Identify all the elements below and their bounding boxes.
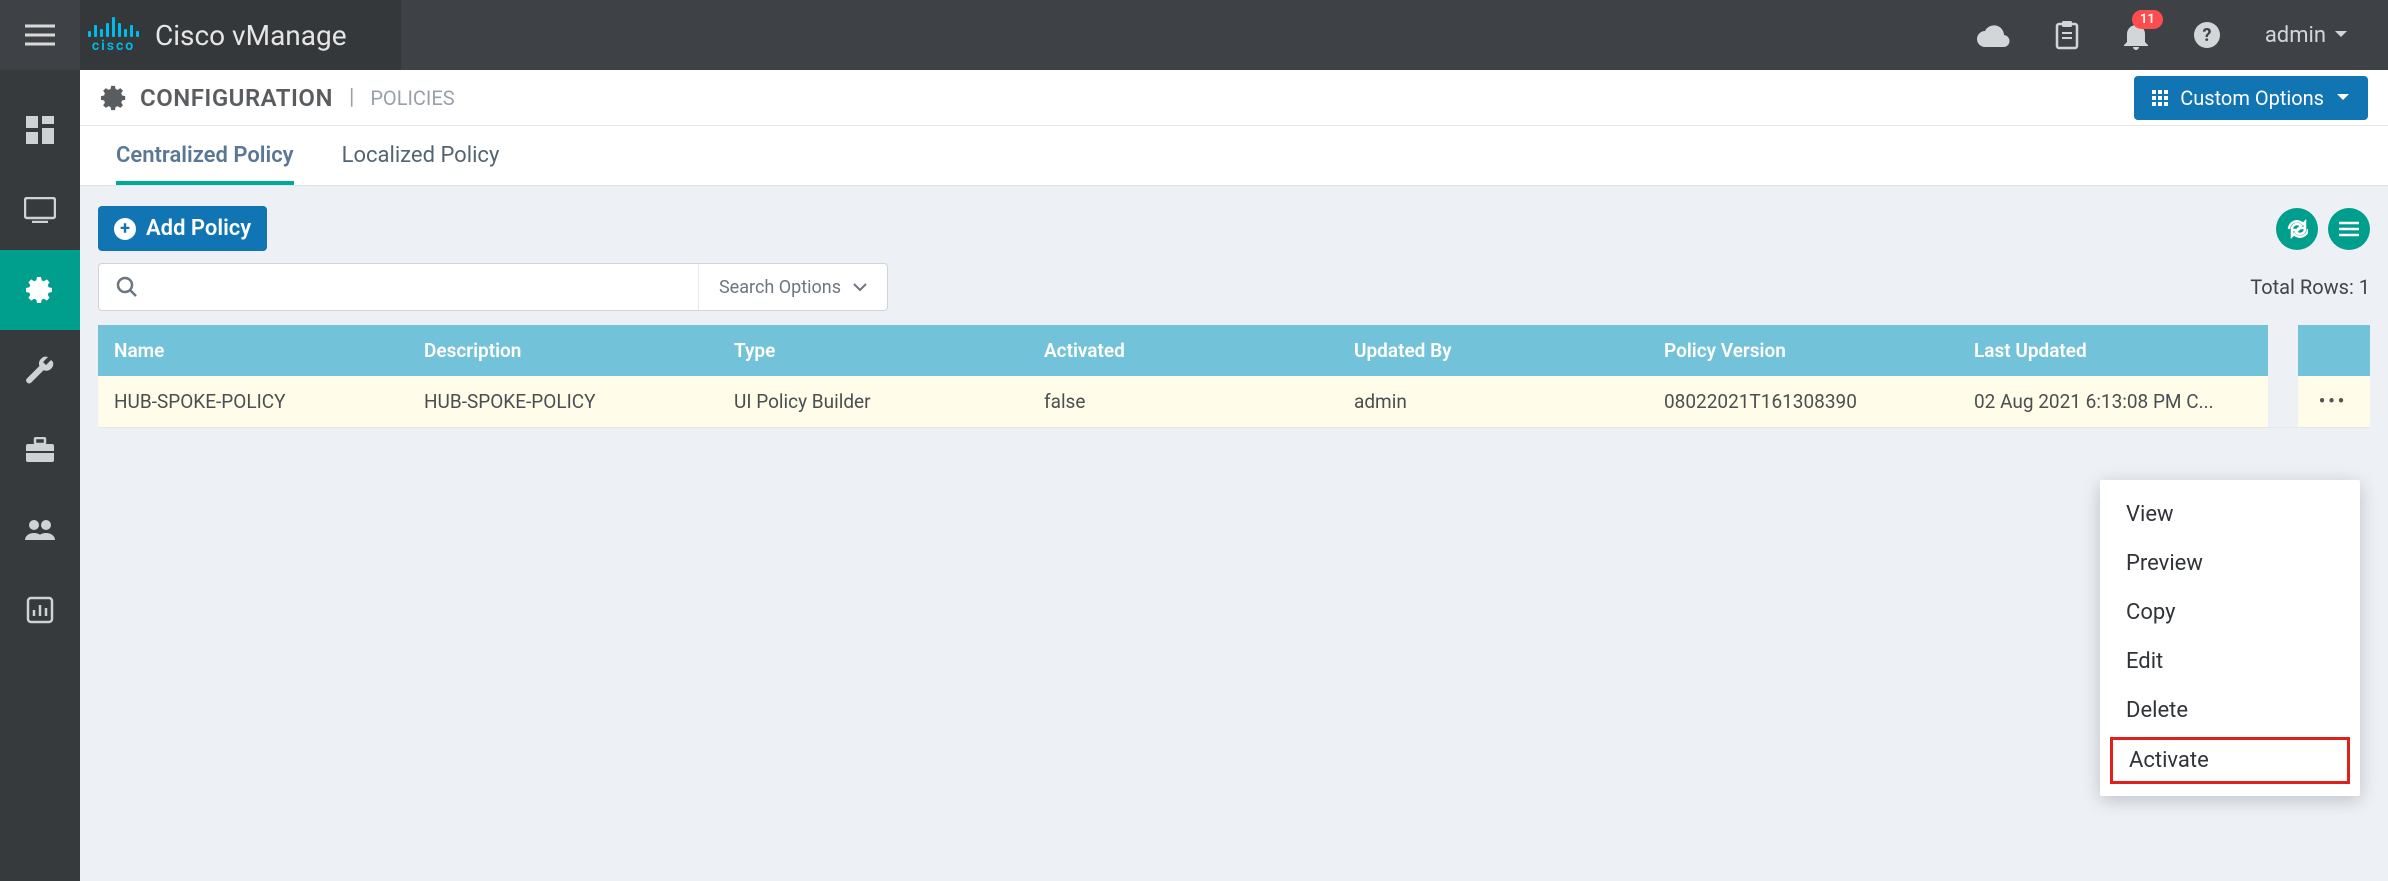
breadcrumb: POLICIES bbox=[370, 86, 454, 110]
user-name: admin bbox=[2265, 23, 2326, 48]
col-header-name[interactable]: Name bbox=[98, 325, 408, 376]
add-policy-label: Add Policy bbox=[146, 216, 251, 241]
page-title: CONFIGURATION bbox=[140, 84, 333, 112]
users-icon bbox=[23, 518, 57, 542]
menu-copy[interactable]: Copy bbox=[2100, 588, 2360, 637]
cell-activated: false bbox=[1028, 376, 1338, 427]
col-header-actions bbox=[2298, 325, 2368, 376]
cloud-icon[interactable] bbox=[1977, 23, 2011, 47]
custom-options-label: Custom Options bbox=[2180, 86, 2324, 110]
policies-table: Name Description Type Activated Updated … bbox=[98, 325, 2370, 428]
user-dropdown[interactable]: admin bbox=[2265, 23, 2348, 48]
col-header-policy-version[interactable]: Policy Version bbox=[1648, 325, 1958, 376]
left-sidebar bbox=[0, 70, 80, 881]
chevron-down-icon bbox=[2334, 30, 2348, 40]
cisco-logo: cisco bbox=[88, 17, 139, 53]
col-header-updated-by[interactable]: Updated By bbox=[1338, 325, 1648, 376]
wrench-icon bbox=[25, 355, 55, 385]
cell-updated-by: admin bbox=[1338, 376, 1648, 427]
table-header: Name Description Type Activated Updated … bbox=[98, 325, 2370, 376]
menu-activate[interactable]: Activate bbox=[2110, 737, 2350, 784]
app-title: Cisco vManage bbox=[155, 19, 347, 52]
col-header-type[interactable]: Type bbox=[718, 325, 1028, 376]
grid-icon bbox=[2152, 90, 2168, 106]
search-input[interactable] bbox=[155, 264, 698, 310]
tasks-icon[interactable] bbox=[2055, 20, 2079, 50]
sidebar-dashboard[interactable] bbox=[0, 90, 80, 170]
chevron-down-icon bbox=[2336, 93, 2350, 103]
hamburger-menu[interactable] bbox=[0, 0, 80, 70]
col-header-activated[interactable]: Activated bbox=[1028, 325, 1338, 376]
table-row[interactable]: HUB-SPOKE-POLICY HUB-SPOKE-POLICY UI Pol… bbox=[98, 376, 2370, 428]
menu-edit[interactable]: Edit bbox=[2100, 637, 2360, 686]
dashboard-icon bbox=[26, 116, 54, 144]
cell-last-updated: 02 Aug 2021 6:13:08 PM C... bbox=[1958, 376, 2268, 427]
page-header: CONFIGURATION | POLICIES Custom Options bbox=[80, 70, 2388, 126]
briefcase-icon bbox=[25, 437, 55, 463]
search-row: Search Options Total Rows: 1 bbox=[80, 263, 2388, 325]
custom-options-button[interactable]: Custom Options bbox=[2134, 76, 2368, 120]
search-options-label: Search Options bbox=[719, 277, 841, 298]
menu-delete[interactable]: Delete bbox=[2100, 686, 2360, 735]
notifications-icon[interactable]: 11 bbox=[2123, 20, 2149, 50]
cell-policy-version: 08022021T161308390 bbox=[1648, 376, 1958, 427]
plus-icon: + bbox=[114, 218, 136, 240]
menu-icon bbox=[2339, 221, 2359, 237]
sidebar-admin[interactable] bbox=[0, 490, 80, 570]
col-header-last-updated[interactable]: Last Updated bbox=[1958, 325, 2268, 376]
tab-localized-policy[interactable]: Localized Policy bbox=[342, 126, 500, 185]
search-box: Search Options bbox=[98, 263, 888, 311]
search-options-dropdown[interactable]: Search Options bbox=[698, 264, 887, 310]
monitor-icon bbox=[24, 197, 56, 223]
search-icon bbox=[115, 275, 139, 299]
add-policy-button[interactable]: + Add Policy bbox=[98, 206, 267, 251]
menu-icon bbox=[25, 24, 55, 46]
refresh-icon bbox=[2286, 218, 2308, 240]
dots-icon: ••• bbox=[2319, 391, 2347, 412]
breadcrumb-separator: | bbox=[345, 85, 358, 110]
table-options-button[interactable] bbox=[2328, 208, 2370, 250]
sidebar-configuration[interactable] bbox=[0, 250, 80, 330]
row-actions-button[interactable]: ••• bbox=[2298, 376, 2368, 427]
sidebar-analytics[interactable] bbox=[0, 570, 80, 650]
tab-centralized-policy[interactable]: Centralized Policy bbox=[116, 126, 294, 185]
sidebar-tools[interactable] bbox=[0, 330, 80, 410]
sidebar-maintenance[interactable] bbox=[0, 410, 80, 490]
cell-type: UI Policy Builder bbox=[718, 376, 1028, 427]
svg-text:?: ? bbox=[2202, 25, 2211, 46]
help-icon[interactable]: ? bbox=[2193, 21, 2221, 49]
brand-block: cisco Cisco vManage bbox=[80, 0, 401, 70]
col-header-description[interactable]: Description bbox=[408, 325, 718, 376]
refresh-button[interactable] bbox=[2276, 208, 2318, 250]
gear-icon bbox=[25, 275, 55, 305]
row-context-menu: View Preview Copy Edit Delete Activate bbox=[2100, 480, 2360, 796]
gear-icon bbox=[100, 84, 128, 112]
top-bar: cisco Cisco vManage 11 ? admin bbox=[0, 0, 2388, 70]
cell-name: HUB-SPOKE-POLICY bbox=[98, 376, 408, 427]
notification-badge: 11 bbox=[2132, 10, 2163, 29]
total-rows-label: Total Rows: 1 bbox=[2250, 275, 2370, 299]
chart-icon bbox=[26, 596, 54, 624]
menu-view[interactable]: View bbox=[2100, 490, 2360, 539]
policy-tabs: Centralized Policy Localized Policy bbox=[80, 126, 2388, 186]
chevron-down-icon bbox=[853, 282, 867, 292]
menu-preview[interactable]: Preview bbox=[2100, 539, 2360, 588]
toolbar: + Add Policy bbox=[80, 186, 2388, 263]
sidebar-monitor[interactable] bbox=[0, 170, 80, 250]
cell-description: HUB-SPOKE-POLICY bbox=[408, 376, 718, 427]
